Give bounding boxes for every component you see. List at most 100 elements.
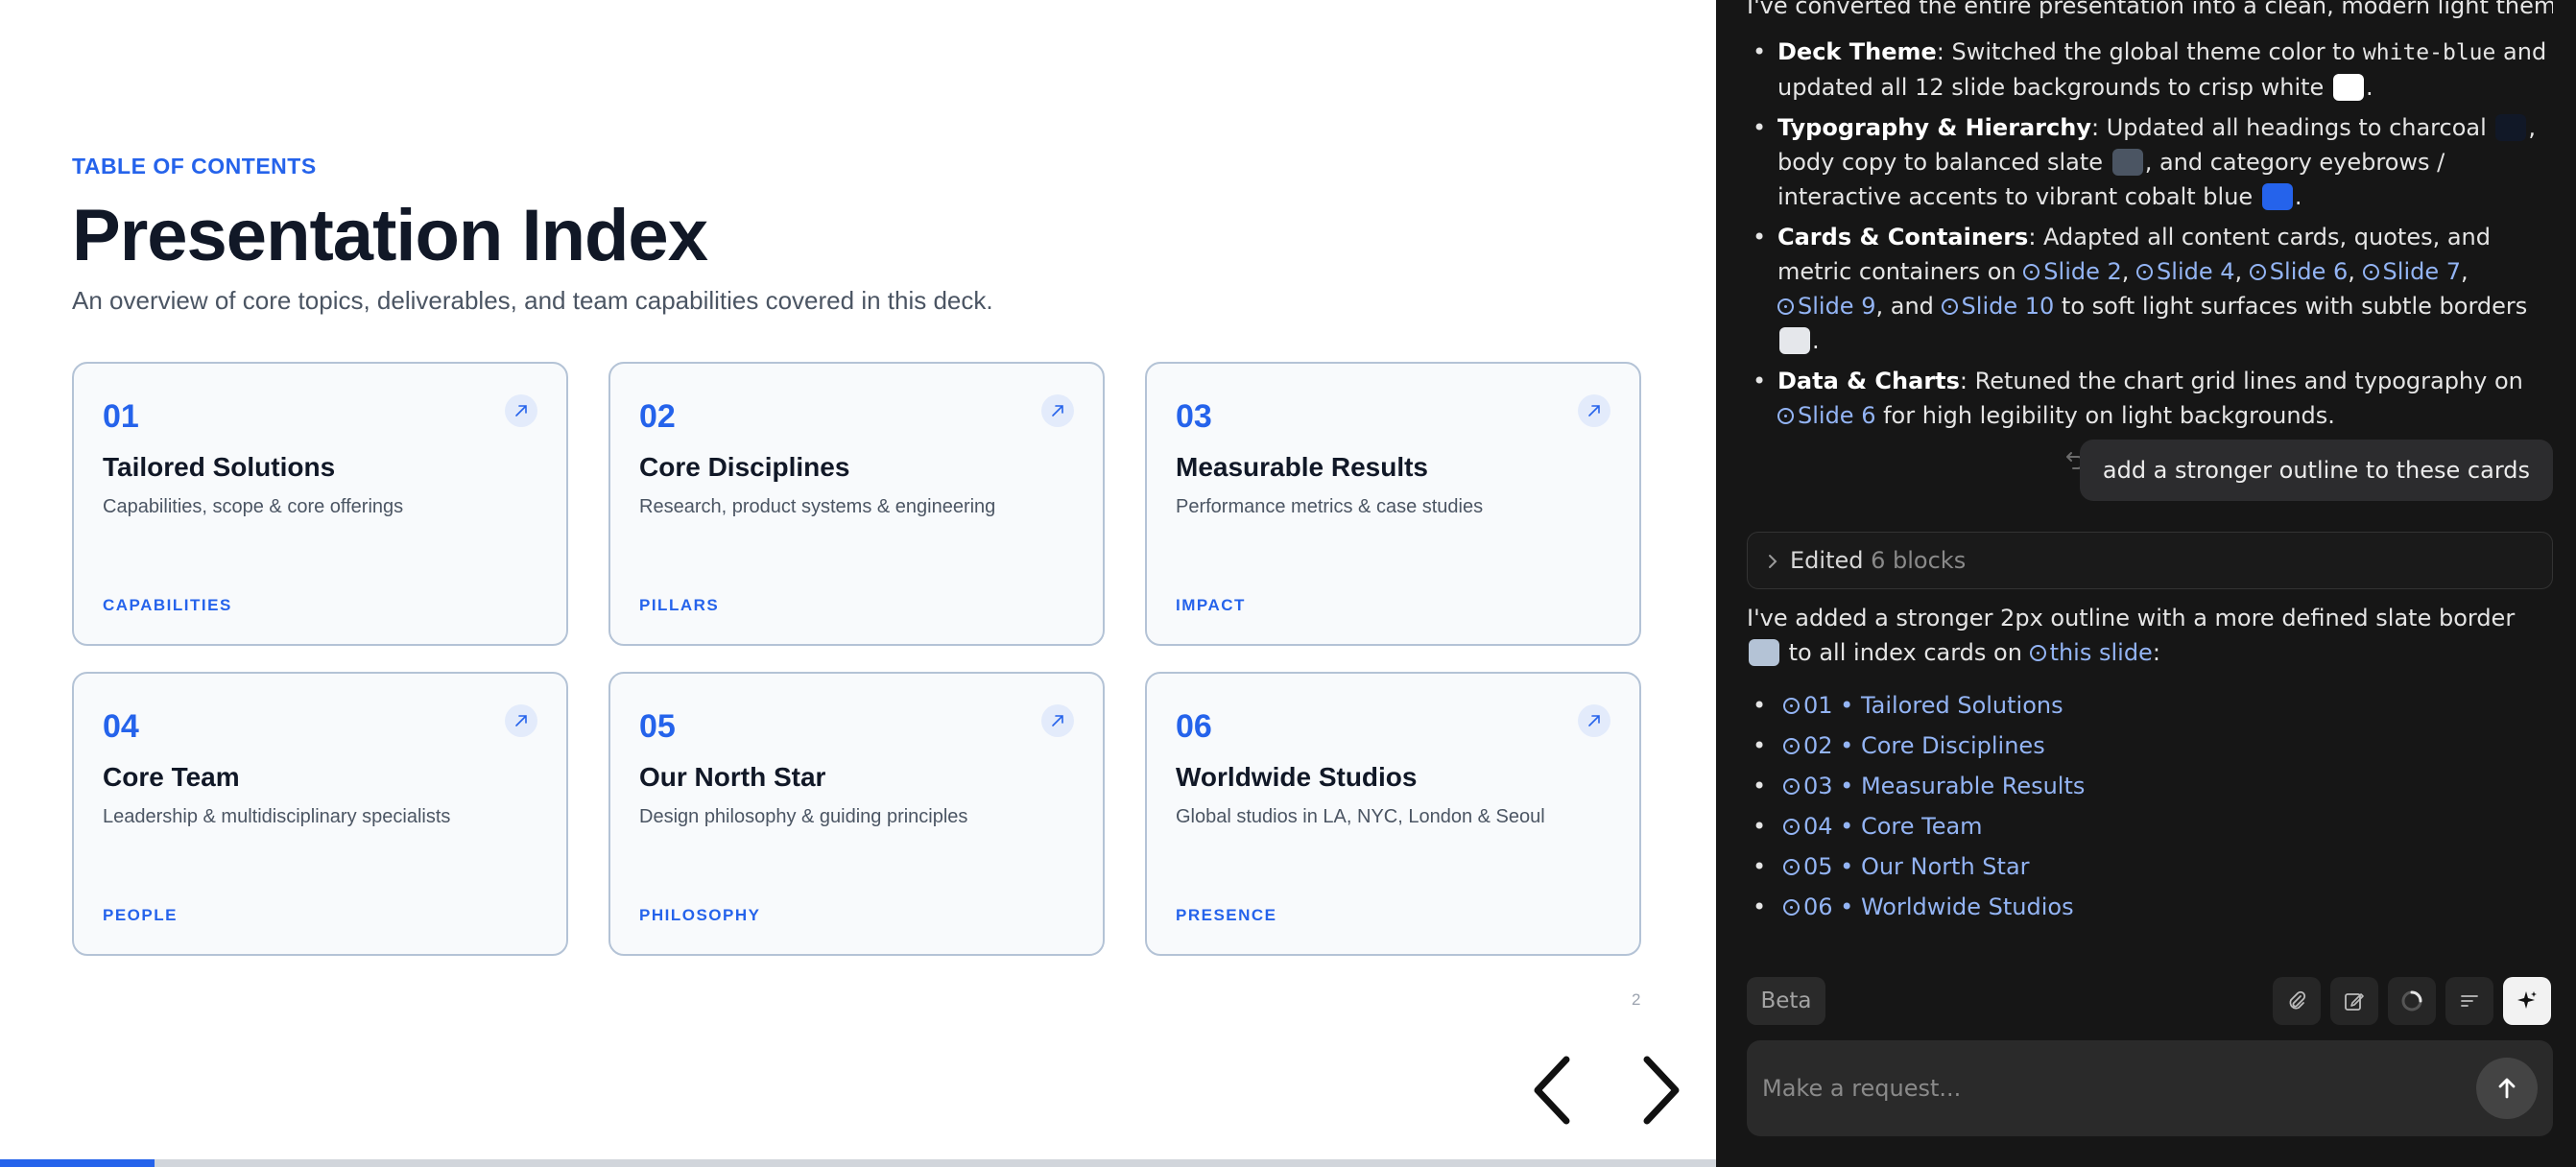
slide-link[interactable]: Slide 7 <box>2362 258 2461 285</box>
slide-canvas: TABLE OF CONTENTS Presentation Index An … <box>72 0 1646 1056</box>
block-link-label: 04 • Core Team <box>1803 813 1983 840</box>
block-link-label: 03 • Measurable Results <box>1803 773 2086 799</box>
reply-text: I've added a stronger 2px outline with a… <box>1747 605 2516 631</box>
slide-link[interactable]: Slide 4 <box>2136 258 2235 285</box>
cobalt-color-swatch <box>2261 183 2293 210</box>
index-card-02[interactable]: 02 Core Disciplines Research, product sy… <box>608 362 1105 646</box>
slide-link-label: Slide 10 <box>1961 293 2055 320</box>
block-link[interactable]: 01 • Tailored Solutions <box>1783 692 2063 719</box>
format-button[interactable] <box>2445 977 2493 1025</box>
edited-blocks-disclosure[interactable]: Edited 6 blocks <box>1747 532 2553 589</box>
card-number: 04 <box>103 708 139 745</box>
card-number: 02 <box>639 398 676 435</box>
block-link-label: 06 • Worldwide Studios <box>1803 893 2074 920</box>
arrow-up-icon <box>2498 1078 2516 1099</box>
bullet-text: , <box>2234 258 2243 285</box>
block-link-label: 05 • Our North Star <box>1803 853 2030 880</box>
slide-title: Presentation Index <box>72 195 708 276</box>
chevron-left-icon <box>1534 1056 1570 1125</box>
card-tag: IMPACT <box>1176 596 1246 614</box>
slide-subtitle: An overview of core topics, deliverables… <box>72 286 993 315</box>
list-item: Deck Theme: Switched the global theme co… <box>1747 35 2553 105</box>
card-tag: PEOPLE <box>103 906 178 924</box>
card-number: 01 <box>103 398 139 435</box>
target-icon <box>2362 264 2379 280</box>
list-item: 01 • Tailored Solutions <box>1747 685 2553 726</box>
target-icon <box>1783 738 1800 754</box>
progress-button[interactable] <box>2388 977 2436 1025</box>
magic-button[interactable] <box>2503 977 2551 1025</box>
text-lines-icon <box>2461 995 2478 1007</box>
slide-link[interactable]: Slide 6 <box>2249 258 2349 285</box>
card-description: Global studios in LA, NYC, London & Seou… <box>1176 806 1545 827</box>
target-icon <box>1777 298 1794 315</box>
bullet-text: , <box>2121 258 2130 285</box>
bullet-text: : Switched the global theme color to <box>1936 38 2363 65</box>
card-title: Measurable Results <box>1176 452 1428 482</box>
card-description: Leadership & multidisciplinary specialis… <box>103 806 451 827</box>
change-summary-list: Deck Theme: Switched the global theme co… <box>1747 35 2553 439</box>
bullet-text: , <box>2461 258 2469 285</box>
edit-icon <box>2345 993 2364 1011</box>
target-icon <box>2249 264 2266 280</box>
card-number: 03 <box>1176 398 1212 435</box>
chevron-right-icon <box>1769 555 1777 568</box>
list-item: Data & Charts: Retuned the chart grid li… <box>1747 364 2553 433</box>
card-description: Design philosophy & guiding principles <box>639 806 968 827</box>
index-card-03[interactable]: 03 Measurable Results Performance metric… <box>1145 362 1641 646</box>
bullet-text: for high legibility on light backgrounds… <box>1875 402 2335 429</box>
block-link[interactable]: 03 • Measurable Results <box>1783 773 2085 799</box>
block-link[interactable]: 04 • Core Team <box>1783 813 1983 840</box>
bullet-text: : Updated all headings to charcoal <box>2091 114 2494 141</box>
slide-link[interactable]: Slide 2 <box>2023 258 2122 285</box>
card-title: Our North Star <box>639 762 826 792</box>
list-item: Typography & Hierarchy: Updated all head… <box>1747 110 2553 214</box>
beta-badge: Beta <box>1747 977 1825 1025</box>
slide-link[interactable]: this slide <box>2029 639 2153 666</box>
arrow-up-right-icon[interactable] <box>505 394 537 427</box>
slide-link-label: Slide 4 <box>2157 258 2235 285</box>
request-input[interactable] <box>1762 1069 2434 1107</box>
index-card-06[interactable]: 06 Worldwide Studios Global studios in L… <box>1145 672 1641 956</box>
arrow-up-right-icon[interactable] <box>1041 394 1074 427</box>
arrow-up-right-icon[interactable] <box>505 704 537 737</box>
target-icon <box>1941 298 1958 315</box>
card-title: Tailored Solutions <box>103 452 336 482</box>
block-link[interactable]: 05 • Our North Star <box>1783 853 2030 880</box>
charcoal-color-swatch <box>2495 114 2527 141</box>
arrow-up-right-icon[interactable] <box>1041 704 1074 737</box>
attach-button[interactable] <box>2273 977 2321 1025</box>
slide-progress-bar <box>0 1159 1716 1167</box>
target-icon <box>1783 819 1800 835</box>
bullet-text: . <box>1812 327 1820 354</box>
index-card-01[interactable]: 01 Tailored Solutions Capabilities, scop… <box>72 362 568 646</box>
slide-link[interactable]: Slide 6 <box>1777 402 1875 429</box>
reply-text: : <box>2152 639 2160 666</box>
slide-viewer: TABLE OF CONTENTS Presentation Index An … <box>0 0 1716 1167</box>
block-link[interactable]: 06 • Worldwide Studios <box>1783 893 2074 920</box>
card-description: Capabilities, scope & core offerings <box>103 496 404 517</box>
chat-transcript[interactable]: I've converted the entire presentation i… <box>1747 0 2553 960</box>
arrow-up-right-icon[interactable] <box>1578 704 1610 737</box>
bullet-label: Deck Theme <box>1777 38 1937 65</box>
edit-button[interactable] <box>2330 977 2378 1025</box>
block-link[interactable]: 02 • Core Disciplines <box>1783 732 2045 759</box>
assistant-intro-text: I've converted the entire presentation i… <box>1747 0 2553 19</box>
target-icon <box>2023 264 2040 280</box>
index-card-04[interactable]: 04 Core Team Leadership & multidisciplin… <box>72 672 568 956</box>
user-message-bubble: add a stronger outline to these cards <box>2079 440 2553 501</box>
slide-progress-fill <box>0 1159 155 1167</box>
send-button[interactable] <box>2476 1058 2538 1119</box>
slide-link[interactable]: Slide 10 <box>1941 293 2055 320</box>
slate-border-swatch <box>1749 639 1779 666</box>
card-title: Core Disciplines <box>639 452 850 482</box>
list-item: 04 • Core Team <box>1747 806 2553 846</box>
previous-slide-button[interactable] <box>1524 1052 1582 1129</box>
slide-link-label: Slide 6 <box>2269 258 2349 285</box>
bullet-text: , <box>2348 258 2355 285</box>
edited-count: 6 blocks <box>1871 547 1967 574</box>
arrow-up-right-icon[interactable] <box>1578 394 1610 427</box>
index-card-05[interactable]: 05 Our North Star Design philosophy & gu… <box>608 672 1105 956</box>
next-slide-button[interactable] <box>1632 1052 1689 1129</box>
slide-link[interactable]: Slide 9 <box>1777 293 1875 320</box>
